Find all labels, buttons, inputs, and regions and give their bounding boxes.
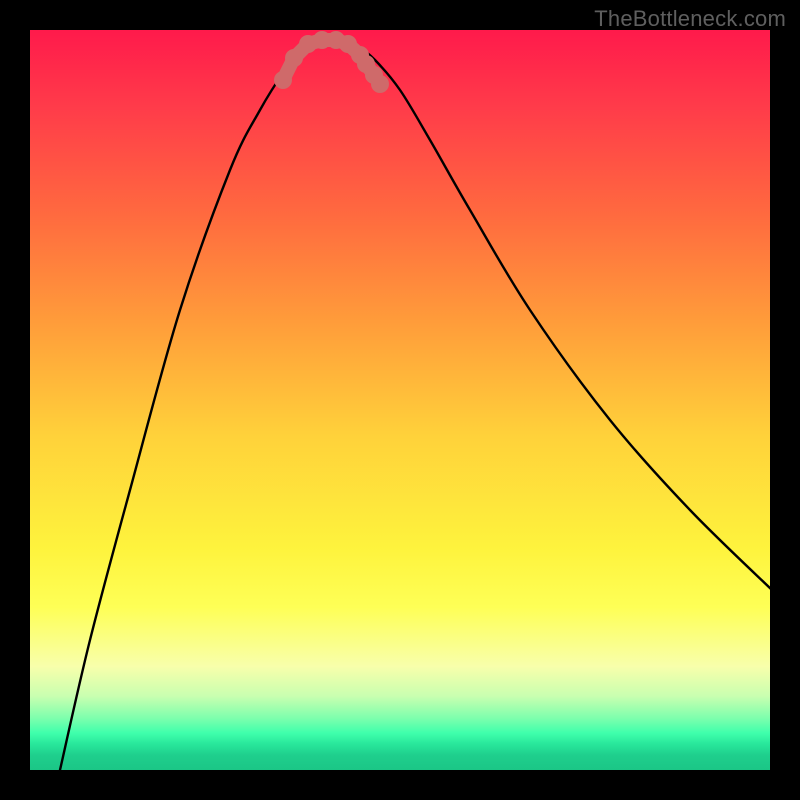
bottleneck-curve [60, 37, 770, 770]
highlight-dot [274, 71, 292, 89]
highlight-markers [274, 31, 389, 93]
curve-group [60, 37, 770, 770]
highlight-dot [285, 49, 303, 67]
chart-frame: TheBottleneck.com [0, 0, 800, 800]
chart-svg [30, 30, 770, 770]
chart-plot-area [30, 30, 770, 770]
highlight-dot [371, 75, 389, 93]
watermark-text: TheBottleneck.com [594, 6, 786, 32]
